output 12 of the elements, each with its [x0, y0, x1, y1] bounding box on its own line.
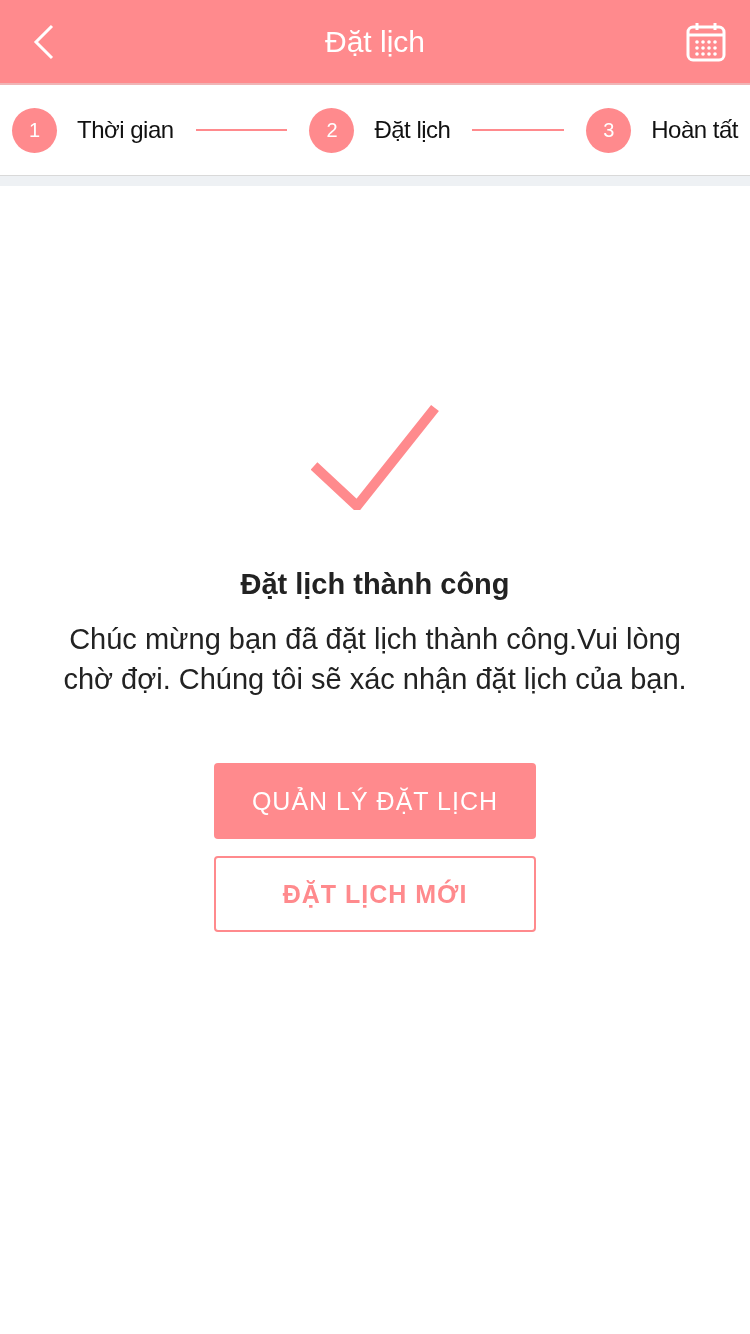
step-number: 2 [309, 107, 355, 153]
manage-bookings-button[interactable]: QUẢN LÝ ĐẶT LỊCH [214, 763, 536, 839]
step-label: Đặt lịch [374, 116, 451, 144]
step-number: 3 [586, 107, 632, 153]
checkmark-icon [311, 404, 439, 510]
header-title: Đặt lịch [324, 24, 425, 59]
step-number: 1 [12, 107, 57, 153]
step-label: Thời gian [77, 116, 174, 144]
success-title: Đặt lịch thành công [240, 568, 510, 601]
step-label: Hoàn tất [651, 116, 738, 144]
new-booking-button[interactable]: ĐẶT LỊCH MỚI [214, 856, 536, 932]
success-message: Chúc mừng bạn đã đặt lịch thành công.Vui lòng chờ đợi. Chúng tôi sẽ xác nhận đặt lịch của bạn. [62, 622, 688, 697]
